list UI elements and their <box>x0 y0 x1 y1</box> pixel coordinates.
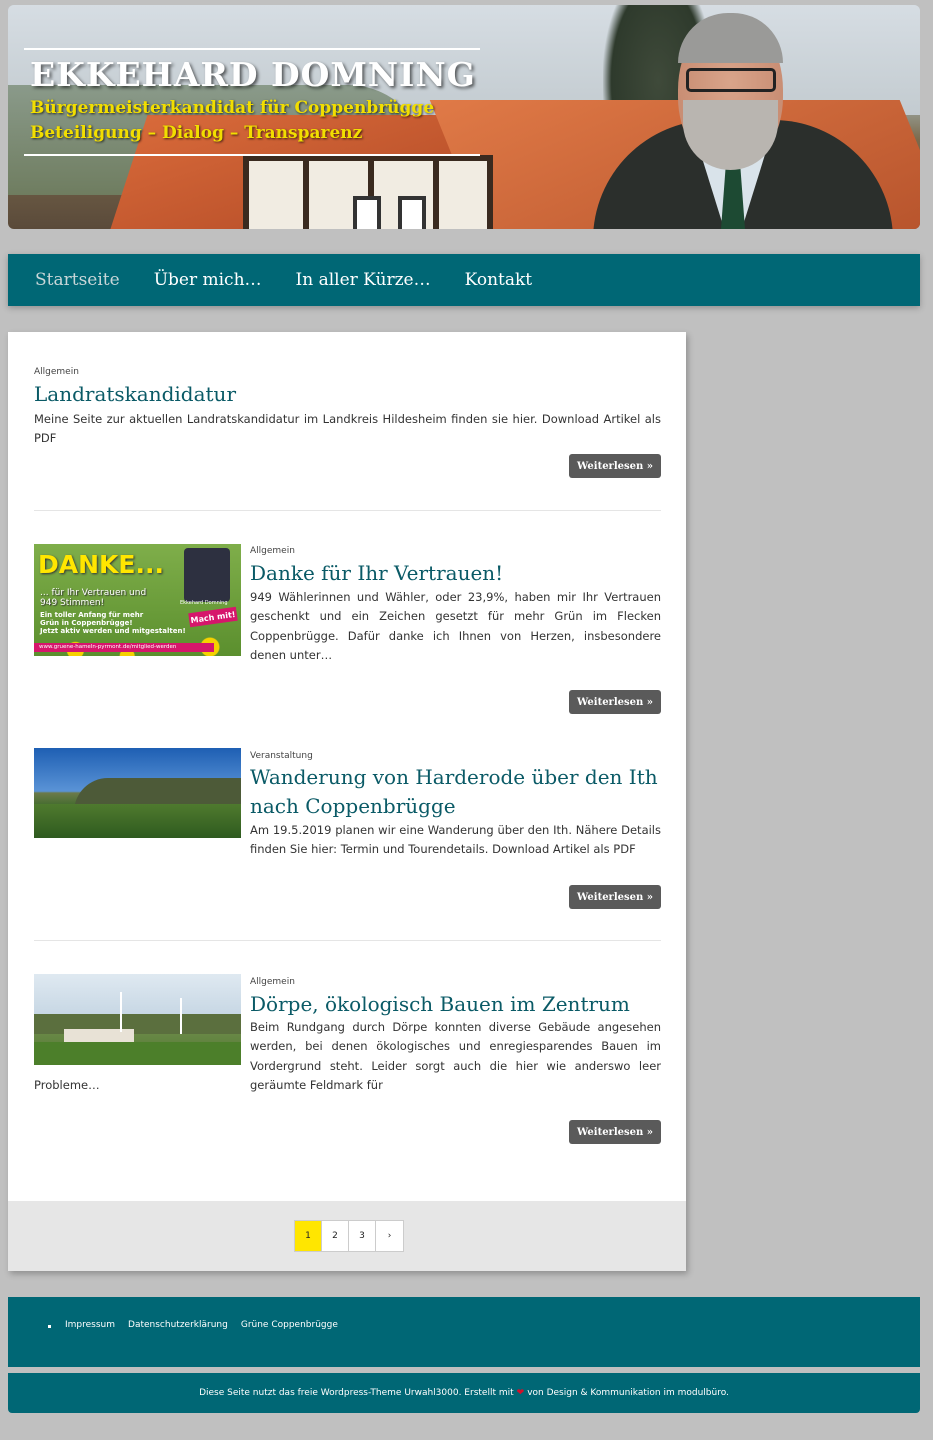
read-more-button[interactable]: Weiterlesen » <box>569 885 661 909</box>
post-title[interactable]: Landratskandidatur <box>34 380 236 409</box>
nav-item-in-aller-kuerze[interactable]: In aller Kürze… <box>296 270 431 290</box>
thumb-line1: ... für Ihr Vertrauen und <box>40 588 147 598</box>
heart-icon: ❤ <box>516 1388 525 1398</box>
post-category[interactable]: Allgemein <box>250 977 295 987</box>
read-more-button[interactable]: Weiterlesen » <box>569 1120 661 1144</box>
thumb-wind-turbine <box>180 998 182 1034</box>
header-rule-top <box>24 48 480 50</box>
post-thumbnail-danke[interactable]: DANKE... ... für Ihr Vertrauen und 949 S… <box>34 544 241 656</box>
page-3[interactable]: 3 <box>349 1221 376 1251</box>
footer-credit-text: Diese Seite nutzt das freie Wordpress-Th… <box>199 1388 514 1398</box>
footer-links-bar: Impressum Datenschutzerklärung Grüne Cop… <box>8 1297 920 1367</box>
next-page-icon[interactable]: › <box>376 1221 403 1251</box>
post-title[interactable]: Wanderung von Harderode über den Ith nac… <box>250 763 661 821</box>
footer-bullet-icon <box>48 1325 51 1328</box>
thumb-name: Ekkehard Domning <box>180 600 228 606</box>
thumb-field <box>34 1042 241 1065</box>
read-more-button[interactable]: Weiterlesen » <box>569 690 661 714</box>
header-half-timbered-facade <box>243 155 493 229</box>
thumb-line2: 949 Stimmen! <box>40 598 105 608</box>
post-divider <box>34 940 661 941</box>
thumb-url: www.gruene-hameln-pyrmont.de/mitglied-we… <box>34 643 214 652</box>
footer-credit-link[interactable]: von Design & Kommunikation im modulbüro. <box>527 1388 729 1398</box>
nav-item-startseite[interactable]: Startseite <box>35 270 120 290</box>
post-title[interactable]: Danke für Ihr Vertrauen! <box>250 559 503 588</box>
thumb-candidate-photo <box>184 548 230 602</box>
thumb-line5: Jetzt aktiv werden und mitgestalten! <box>40 627 186 635</box>
footer-link-gruene[interactable]: Grüne Coppenbrügge <box>241 1320 338 1330</box>
post-divider <box>34 510 661 511</box>
candidate-portrait <box>593 5 893 229</box>
post-excerpt: Meine Seite zur aktuellen Landratskandid… <box>34 412 661 446</box>
site-subtitle: Bürgermeisterkandidat für Coppenbrügge <box>30 98 435 118</box>
nav-item-kontakt[interactable]: Kontakt <box>465 270 533 290</box>
post-list: Allgemein Landratskandidatur Meine Seite… <box>8 332 686 1271</box>
pagination: 1 2 3 › <box>294 1220 404 1252</box>
footer-credits: Diese Seite nutzt das freie Wordpress-Th… <box>8 1373 920 1413</box>
post-excerpt: Am 19.5.2019 planen wir eine Wanderung ü… <box>250 823 661 857</box>
thumb-line3: Ein toller Anfang für mehr <box>40 611 144 619</box>
post-title[interactable]: Dörpe, ökologisch Bauen im Zentrum <box>250 990 630 1019</box>
read-more-button[interactable]: Weiterlesen » <box>569 454 661 478</box>
post-excerpt: 949 Wählerinnen und Wähler, oder 23,9%, … <box>250 590 661 662</box>
footer-link-datenschutz[interactable]: Datenschutzerklärung <box>128 1320 228 1330</box>
page-2[interactable]: 2 <box>322 1221 349 1251</box>
site-title[interactable]: EKKEHARD DOMNING <box>30 55 476 94</box>
site-tagline: Beteiligung – Dialog – Transparenz <box>30 123 363 143</box>
post-category[interactable]: Veranstaltung <box>250 751 313 761</box>
post-excerpt: Beim Rundgang durch Dörpe konnten divers… <box>250 1020 661 1092</box>
page-1[interactable]: 1 <box>295 1221 322 1251</box>
thumb-wind-turbine <box>120 992 122 1032</box>
pagination-bar: 1 2 3 › <box>8 1201 686 1271</box>
thumb-line4: Grün in Coppenbrügge! <box>40 619 133 627</box>
header-rule-bottom <box>24 154 480 156</box>
post-thumbnail-wanderung[interactable] <box>34 748 241 838</box>
post-excerpt-continued: Probleme… <box>34 1078 100 1092</box>
nav-item-ueber-mich[interactable]: Über mich… <box>154 270 262 290</box>
thumb-headline: DANKE... <box>38 550 164 579</box>
post-category[interactable]: Allgemein <box>250 546 295 556</box>
footer-link-impressum[interactable]: Impressum <box>65 1320 115 1330</box>
thumb-meadow <box>34 804 241 838</box>
site-header: EKKEHARD DOMNING Bürgermeisterkandidat f… <box>8 5 920 229</box>
post-thumbnail-doerpe[interactable] <box>34 974 241 1065</box>
post-category[interactable]: Allgemein <box>34 367 79 377</box>
main-navigation: Startseite Über mich… In aller Kürze… Ko… <box>8 254 920 306</box>
